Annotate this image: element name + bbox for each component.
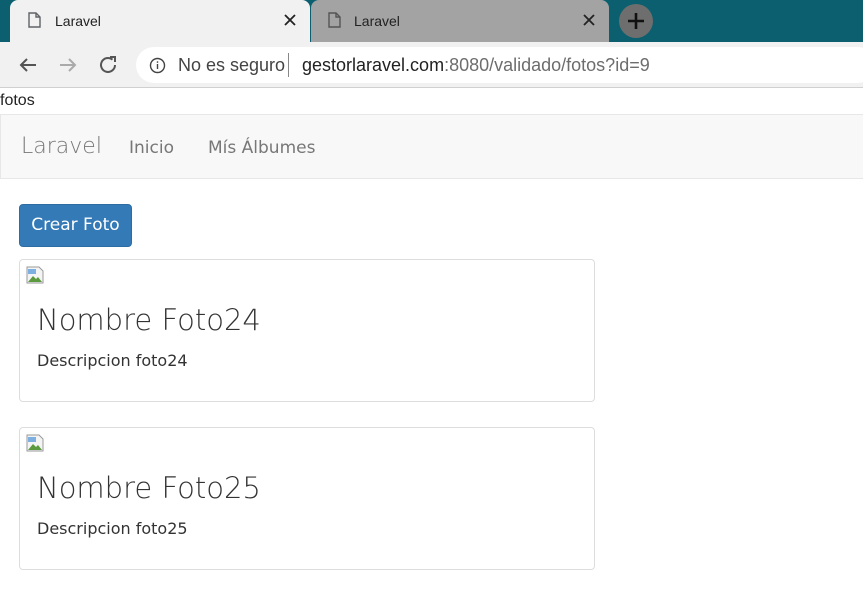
forward-arrow-icon[interactable]: [56, 53, 80, 77]
nav-link-mis-albumes[interactable]: Mís Álbumes: [208, 138, 315, 158]
site-navbar: Laravel Inicio Mís Álbumes: [0, 114, 863, 179]
broken-image-icon: [26, 266, 44, 284]
url-host: gestorlaravel.com: [302, 55, 445, 75]
info-icon[interactable]: [149, 57, 166, 74]
new-tab-button[interactable]: [619, 4, 653, 38]
reload-icon[interactable]: [96, 53, 120, 77]
close-icon[interactable]: [581, 12, 597, 28]
page-heading-text: fotos: [0, 92, 35, 109]
back-arrow-icon[interactable]: [16, 53, 40, 77]
url-text[interactable]: gestorlaravel.com:8080/validado/fotos?id…: [302, 55, 650, 76]
document-icon: [328, 12, 341, 28]
browser-toolbar: No es seguro gestorlaravel.com:8080/vali…: [0, 42, 863, 88]
tab-title: Laravel: [55, 13, 101, 29]
browser-tab-strip: Laravel Laravel: [0, 0, 863, 42]
url-path: :8080/validado/fotos?id=9: [444, 55, 650, 75]
address-bar[interactable]: No es seguro gestorlaravel.com:8080/vali…: [136, 47, 863, 83]
photo-description: Descripcion foto24: [37, 351, 188, 370]
close-icon[interactable]: [282, 12, 298, 28]
browser-tab-inactive[interactable]: Laravel: [311, 0, 609, 42]
photo-title: Nombre Foto25: [37, 471, 261, 505]
navbar-brand[interactable]: Laravel: [21, 134, 102, 159]
plus-icon: [628, 13, 644, 29]
tab-title: Laravel: [354, 13, 400, 29]
nav-link-inicio[interactable]: Inicio: [129, 138, 174, 158]
photo-description: Descripcion foto25: [37, 519, 188, 538]
create-photo-button[interactable]: Crear Foto: [19, 204, 132, 247]
document-icon: [28, 12, 41, 28]
photo-card: Nombre Foto24 Descripcion foto24: [19, 259, 595, 402]
security-label[interactable]: No es seguro: [178, 55, 285, 76]
address-separator: [288, 53, 289, 77]
browser-tab-active[interactable]: Laravel: [10, 0, 310, 42]
photo-title: Nombre Foto24: [37, 303, 261, 337]
photo-card: Nombre Foto25 Descripcion foto25: [19, 427, 595, 570]
broken-image-icon: [26, 434, 44, 452]
